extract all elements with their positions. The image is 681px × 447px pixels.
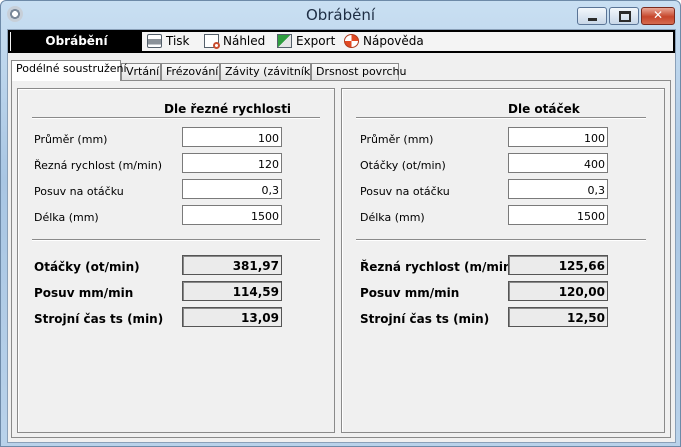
- preview-button[interactable]: Náhled: [204, 32, 265, 51]
- toolbar: Obrábění Tisk Náhled Export Nápověda: [8, 30, 675, 53]
- tab-threads[interactable]: Závity (závitník): [220, 63, 315, 80]
- divider: [356, 117, 646, 119]
- tab-roughness[interactable]: Drsnost povrchu: [311, 63, 406, 80]
- diameter-input[interactable]: [508, 127, 608, 147]
- tab-milling[interactable]: Frézování: [161, 63, 220, 80]
- cutting-speed-result-label: Řezná rychlost (m/min): [360, 260, 518, 274]
- preview-label: Náhled: [223, 34, 266, 48]
- diameter-label: Průměr (mm): [34, 133, 108, 146]
- cutting-speed-result-field: [508, 255, 608, 275]
- length-input[interactable]: [182, 205, 282, 225]
- close-button[interactable]: [641, 7, 675, 25]
- feed-rate-result-label: Posuv mm/min: [34, 286, 134, 300]
- tab-strip: Podélné soustružení Vrtání Frézování Záv…: [8, 60, 675, 81]
- feed-rate-result-field: [508, 281, 608, 301]
- rpm-result-field: [182, 255, 282, 275]
- feed-rate-result-label: Posuv mm/min: [360, 286, 460, 300]
- help-button[interactable]: Nápověda: [344, 32, 424, 51]
- rpm-panel: Dle otáček Průměr (mm) Otáčky (ot/min) P…: [341, 88, 665, 433]
- app-window: Obrábění Obrábění Tisk Náhled Export Náp…: [0, 0, 681, 447]
- diameter-input[interactable]: [182, 127, 282, 147]
- feed-per-rev-label: Posuv na otáčku: [360, 185, 450, 198]
- length-label: Délka (mm): [34, 211, 99, 224]
- rpm-input[interactable]: [508, 153, 608, 173]
- minimize-button[interactable]: [577, 7, 607, 25]
- divider: [32, 117, 320, 119]
- title-bar[interactable]: Obrábění: [1, 1, 680, 29]
- help-label: Nápověda: [363, 34, 424, 48]
- length-input[interactable]: [508, 205, 608, 225]
- panel-title: Dle řezné rychlosti: [164, 102, 292, 116]
- feed-per-rev-input[interactable]: [508, 179, 608, 199]
- feed-per-rev-input[interactable]: [182, 179, 282, 199]
- rpm-result-label: Otáčky (ot/min): [34, 260, 140, 274]
- print-label: Tisk: [166, 34, 190, 48]
- printer-icon: [147, 34, 162, 48]
- panel-title: Dle otáček: [508, 102, 580, 116]
- rpm-label: Otáčky (ot/min): [360, 159, 446, 172]
- feed-rate-result-field: [182, 281, 282, 301]
- export-icon: [277, 34, 292, 48]
- machine-time-result-label: Strojní čas ts (min): [360, 312, 490, 326]
- length-label: Délka (mm): [360, 211, 425, 224]
- preview-icon: [204, 34, 220, 49]
- divider: [32, 239, 320, 241]
- maximize-button[interactable]: [609, 7, 639, 25]
- machine-time-result-field: [182, 307, 282, 327]
- module-label: Obrábění: [11, 32, 142, 51]
- tab-content: Dle řezné rychlosti Průměr (mm) Řezná ry…: [11, 80, 671, 438]
- machine-time-result-label: Strojní čas ts (min): [34, 312, 164, 326]
- machine-time-result-field: [508, 307, 608, 327]
- cutting-speed-label: Řezná rychlost (m/min): [34, 159, 163, 172]
- export-button[interactable]: Export: [277, 32, 335, 51]
- print-button[interactable]: Tisk: [147, 32, 190, 51]
- export-label: Export: [296, 34, 336, 48]
- lifebuoy-icon: [344, 34, 359, 48]
- cutting-speed-input[interactable]: [182, 153, 282, 173]
- diameter-label: Průměr (mm): [360, 133, 434, 146]
- divider: [356, 239, 646, 241]
- tab-turning[interactable]: Podélné soustružení: [11, 60, 127, 81]
- tab-drilling[interactable]: Vrtání: [121, 63, 161, 80]
- cutting-speed-panel: Dle řezné rychlosti Průměr (mm) Řezná ry…: [17, 88, 335, 433]
- client-area: Obrábění Tisk Náhled Export Nápověda Pod…: [7, 29, 676, 443]
- feed-per-rev-label: Posuv na otáčku: [34, 185, 124, 198]
